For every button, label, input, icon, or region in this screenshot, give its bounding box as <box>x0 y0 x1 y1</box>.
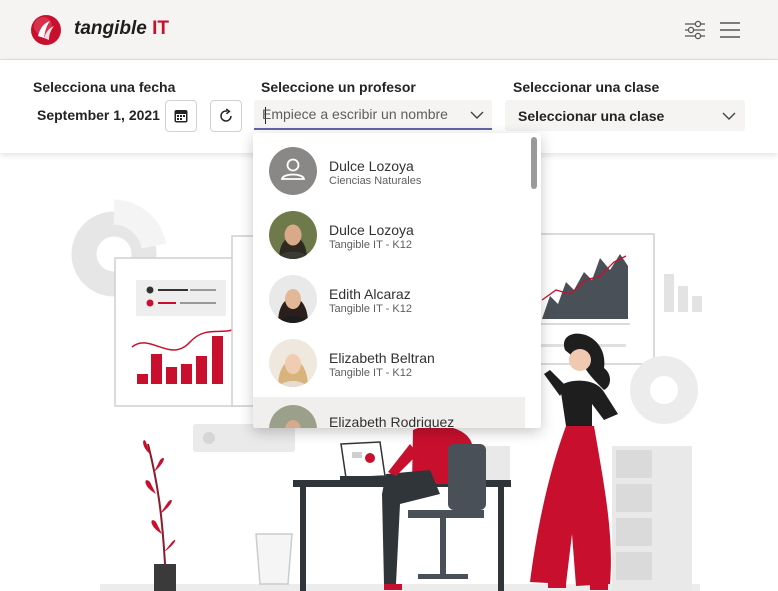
teacher-option[interactable]: Dulce Lozoya Ciencias Naturales <box>253 133 525 197</box>
teacher-org: Tangible IT - K12 <box>329 239 412 251</box>
person-photo-icon <box>269 211 317 259</box>
desk-decoration <box>293 400 511 591</box>
dropdown-scrollbar[interactable] <box>531 137 537 189</box>
avatar <box>269 405 317 428</box>
calendar-icon <box>174 110 188 123</box>
person-photo-icon <box>269 275 317 323</box>
chevron-down-icon[interactable] <box>470 110 484 120</box>
calendar-button[interactable] <box>165 100 197 132</box>
person-icon <box>280 158 306 180</box>
avatar-placeholder <box>269 147 317 195</box>
person-photo-icon <box>269 405 317 428</box>
sliders-icon[interactable] <box>683 18 707 42</box>
refresh-button[interactable] <box>210 100 242 132</box>
teacher-name: Edith Alcaraz <box>329 286 411 302</box>
teacher-option[interactable]: Elizabeth Beltran Tangible IT - K12 <box>253 325 525 389</box>
avatar <box>269 339 317 387</box>
brand-suffix: IT <box>152 18 170 39</box>
brand-name: tangible IT <box>74 18 169 40</box>
teacher-name: Dulce Lozoya <box>329 158 414 174</box>
teacher-option[interactable]: Edith Alcaraz Tangible IT - K12 <box>253 261 525 325</box>
date-value[interactable]: September 1, 2021 <box>37 107 160 123</box>
class-select-value: Seleccionar una clase <box>518 108 665 124</box>
refresh-icon <box>220 108 232 122</box>
report-card-decoration <box>114 257 246 407</box>
hamburger-icon[interactable] <box>718 18 742 42</box>
app-header: tangible IT <box>0 0 778 60</box>
teacher-dropdown-list[interactable]: Dulce Lozoya Ciencias Naturales Dulce Lo… <box>253 133 541 428</box>
avatar <box>269 275 317 323</box>
date-label: Selecciona una fecha <box>33 79 176 95</box>
teacher-search-input[interactable] <box>262 104 454 124</box>
teacher-name: Elizabeth Rodriguez <box>329 414 455 428</box>
file-cabinet-decoration <box>612 446 692 591</box>
avatar <box>269 211 317 259</box>
teacher-org: Tangible IT - K12 <box>329 367 412 379</box>
teacher-org: Ciencias Naturales <box>329 175 422 187</box>
teacher-option[interactable]: Dulce Lozoya Tangible IT - K12 <box>253 197 525 261</box>
plant-decoration <box>143 440 176 591</box>
teacher-org: Tangible IT - K12 <box>329 303 412 315</box>
teacher-label: Seleccione un profesor <box>261 79 416 95</box>
class-label: Seleccionar una clase <box>513 79 660 95</box>
tangible-logo-icon <box>31 15 61 45</box>
chevron-down-icon[interactable] <box>722 111 736 121</box>
person-photo-icon <box>269 339 317 387</box>
teacher-search-field[interactable] <box>254 100 492 130</box>
standing-woman-decoration <box>530 333 618 590</box>
teacher-option[interactable]: Elizabeth Rodriguez <box>253 397 525 428</box>
brand-text: tangible <box>74 18 147 39</box>
teacher-name: Dulce Lozoya <box>329 222 414 238</box>
class-select[interactable]: Seleccionar una clase <box>505 100 745 131</box>
teacher-name: Elizabeth Beltran <box>329 350 435 366</box>
